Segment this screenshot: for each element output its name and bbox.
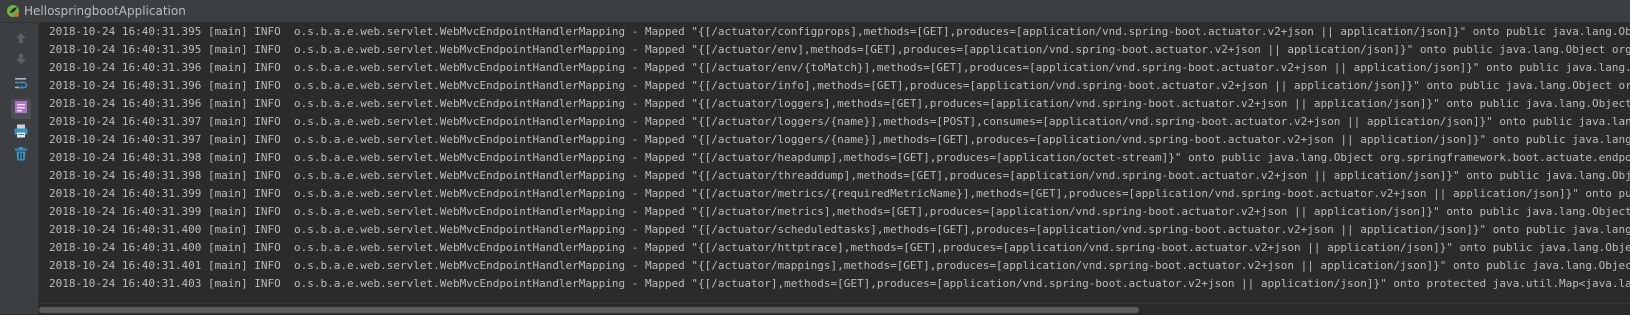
down-arrow-button[interactable] [11, 50, 31, 70]
clear-all-icon [13, 146, 29, 166]
run-tab-bar: HellospringbootApplication [0, 0, 1630, 23]
down-arrow-icon [14, 51, 28, 70]
scrollbar-thumb[interactable] [39, 307, 1139, 313]
console-line: 2018-10-24 16:40:31.399 [main] INFO o.s.… [49, 187, 1630, 200]
spring-boot-app-icon [6, 4, 20, 18]
console-line: 2018-10-24 16:40:31.396 [main] INFO o.s.… [49, 61, 1630, 74]
console-output[interactable]: 2018-10-24 16:40:31.395 [main] INFO o.s.… [39, 23, 1630, 303]
console-line: 2018-10-24 16:40:31.396 [main] INFO o.s.… [49, 79, 1630, 92]
console-line: 2018-10-24 16:40:31.398 [main] INFO o.s.… [49, 151, 1630, 164]
scroll-to-end-button[interactable] [11, 99, 31, 119]
horizontal-scrollbar[interactable] [39, 303, 1630, 315]
console-line: 2018-10-24 16:40:31.399 [main] INFO o.s.… [49, 205, 1630, 218]
console-line: 2018-10-24 16:40:31.400 [main] INFO o.s.… [49, 223, 1630, 236]
console-line: 2018-10-24 16:40:31.395 [main] INFO o.s.… [49, 25, 1630, 38]
soft-wrap-button[interactable] [11, 75, 31, 95]
up-arrow-button[interactable] [11, 29, 31, 49]
console-side-toolbar [0, 23, 39, 314]
console-line: 2018-10-24 16:40:31.401 [main] INFO o.s.… [49, 259, 1630, 272]
clear-all-button[interactable] [11, 146, 31, 166]
console-line: 2018-10-24 16:40:31.397 [main] INFO o.s.… [49, 115, 1630, 128]
console-line: 2018-10-24 16:40:31.398 [main] INFO o.s.… [49, 169, 1630, 182]
up-arrow-icon [14, 30, 28, 49]
print-icon [13, 123, 29, 143]
console-line: 2018-10-24 16:40:31.403 [main] INFO o.s.… [49, 277, 1630, 290]
console-line: 2018-10-24 16:40:31.395 [main] INFO o.s.… [49, 43, 1630, 56]
scroll-to-end-icon [13, 99, 29, 119]
run-config-tab-title[interactable]: HellospringbootApplication [24, 4, 186, 18]
console-line: 2018-10-24 16:40:31.397 [main] INFO o.s.… [49, 133, 1630, 146]
console-line: 2018-10-24 16:40:31.400 [main] INFO o.s.… [49, 241, 1630, 254]
soft-wrap-icon [13, 75, 29, 95]
console-line: 2018-10-24 16:40:31.396 [main] INFO o.s.… [49, 97, 1630, 110]
run-tool-window: HellospringbootApplication 2018-10-24 16… [0, 0, 1630, 315]
print-button[interactable] [11, 123, 31, 143]
